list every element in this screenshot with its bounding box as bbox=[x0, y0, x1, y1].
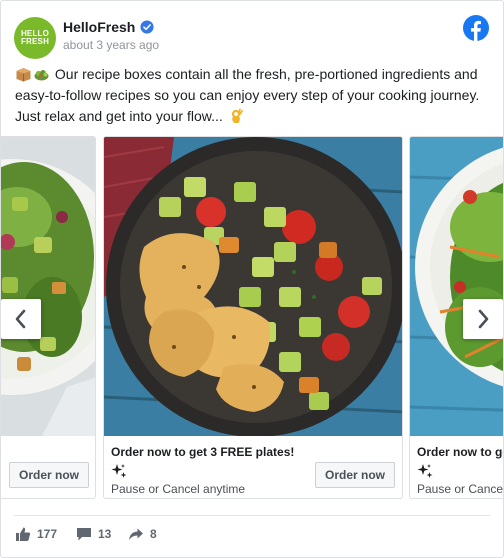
card-image-halloumi-bowl[interactable] bbox=[104, 137, 402, 436]
order-now-button[interactable]: Order now bbox=[315, 462, 396, 488]
logo-text-line2: FRESH bbox=[20, 37, 50, 46]
sparkles-icon bbox=[111, 464, 127, 478]
chevron-left-icon bbox=[15, 309, 26, 329]
comments-count[interactable]: 13 bbox=[76, 526, 111, 542]
divider bbox=[14, 515, 490, 516]
post-text: Our recipe boxes contain all the fresh, … bbox=[15, 64, 495, 127]
page-name[interactable]: HelloFresh bbox=[63, 19, 135, 35]
card-image-salad-left[interactable] bbox=[1, 137, 95, 436]
page-avatar[interactable]: HELLO FRESH bbox=[14, 17, 56, 59]
comment-icon bbox=[77, 528, 91, 541]
likes-value: 177 bbox=[37, 527, 58, 541]
ok-hand-emoji-icon bbox=[231, 108, 243, 123]
facebook-logo-icon bbox=[463, 15, 489, 41]
chevron-right-icon bbox=[478, 309, 489, 329]
order-now-button[interactable]: Order now bbox=[9, 462, 90, 488]
shares-count[interactable]: 8 bbox=[128, 526, 157, 542]
carousel-prev-button[interactable] bbox=[1, 299, 41, 339]
shares-value: 8 bbox=[150, 527, 157, 541]
card-image-salad-right[interactable] bbox=[410, 137, 503, 436]
verified-badge-icon bbox=[140, 20, 154, 34]
like-icon bbox=[16, 527, 31, 541]
post-body-text: Our recipe boxes contain all the fresh, … bbox=[15, 66, 480, 124]
card-subtext: Pause or Cancel anytime bbox=[111, 482, 246, 496]
share-icon bbox=[129, 528, 143, 540]
ad-post-card: HELLO FRESH HelloFresh about 3 years ago… bbox=[0, 0, 504, 558]
carousel-card[interactable]: Order now to get 3 FREE plates! Pause or… bbox=[103, 136, 403, 499]
salad-emoji-icon bbox=[34, 70, 49, 81]
post-timestamp[interactable]: about 3 years ago bbox=[63, 38, 159, 52]
sparkles-icon bbox=[417, 464, 433, 478]
carousel[interactable]: Order now Order now to get 3 FREE plates… bbox=[1, 136, 504, 503]
card-headline: Order now to get 3 FREE plates! bbox=[111, 445, 295, 459]
box-emoji-icon bbox=[16, 68, 31, 82]
card-headline: Order now to get 3 FREE plates! bbox=[417, 445, 503, 459]
card-subtext: Pause or Cancel anytime bbox=[417, 482, 504, 496]
carousel-next-button[interactable] bbox=[463, 299, 503, 339]
likes-count[interactable]: 177 bbox=[15, 526, 57, 542]
comments-value: 13 bbox=[98, 527, 112, 541]
